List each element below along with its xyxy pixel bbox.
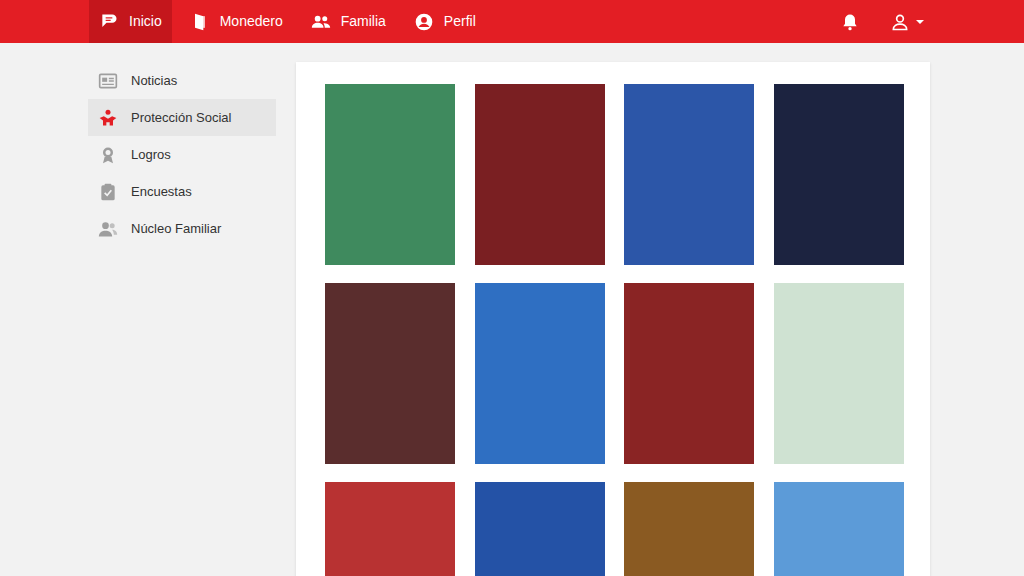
bonos-panel <box>296 62 930 576</box>
sidebar-item[interactable]: Encuestas <box>88 173 276 210</box>
user-menu-button[interactable] <box>890 12 928 32</box>
sidebar-label: Protección Social <box>131 108 231 128</box>
survey-icon <box>98 182 118 202</box>
bono-tile[interactable] <box>325 482 455 576</box>
bono-tile[interactable] <box>624 283 754 464</box>
bono-tile[interactable] <box>475 84 605 265</box>
wallet-icon <box>190 12 210 32</box>
logo-icon <box>99 12 119 32</box>
nav-item[interactable]: Inicio <box>89 0 172 43</box>
sidebar-item[interactable]: Noticias <box>88 62 276 99</box>
nav-label: Monedero <box>220 11 283 32</box>
sidebar: Noticias Protección Social Logros Encuestas… <box>88 62 276 247</box>
nav-label: Perfil <box>444 11 476 32</box>
sidebar-label: Noticias <box>131 71 177 91</box>
notifications-button[interactable] <box>840 12 860 32</box>
nav-label: Inicio <box>129 11 162 32</box>
sidebar-label: Encuestas <box>131 182 192 202</box>
medal-icon <box>98 145 118 165</box>
user-icon <box>890 12 910 32</box>
people-icon <box>98 219 118 239</box>
caret-icon <box>912 14 928 30</box>
bono-tile[interactable] <box>475 283 605 464</box>
bono-tile[interactable] <box>475 482 605 576</box>
sidebar-item[interactable]: Logros <box>88 136 276 173</box>
top-navbar: Inicio Monedero Familia Perfil <box>0 0 1024 43</box>
news-icon <box>98 71 118 91</box>
bell-icon <box>840 12 860 32</box>
nav-label: Familia <box>341 11 386 32</box>
sidebar-label: Núcleo Familiar <box>131 219 221 239</box>
bono-tile[interactable] <box>774 283 904 464</box>
sidebar-item[interactable]: Protección Social <box>88 99 276 136</box>
bonos-grid <box>325 84 930 576</box>
profile-icon <box>414 12 434 32</box>
bono-tile[interactable] <box>624 84 754 265</box>
nav-item[interactable]: Monedero <box>180 0 293 43</box>
bono-tile[interactable] <box>325 84 455 265</box>
bono-tile[interactable] <box>325 283 455 464</box>
nav-item[interactable]: Perfil <box>404 0 486 43</box>
family-icon <box>311 12 331 32</box>
nav-actions <box>840 0 928 43</box>
bono-tile[interactable] <box>774 84 904 265</box>
nav-item[interactable]: Familia <box>301 0 396 43</box>
sidebar-item[interactable]: Núcleo Familiar <box>88 210 276 247</box>
content-area: Noticias Protección Social Logros Encuestas… <box>0 43 1024 576</box>
bono-tile[interactable] <box>624 482 754 576</box>
nav-menu: Inicio Monedero Familia Perfil <box>89 0 486 43</box>
bono-tile[interactable] <box>774 482 904 576</box>
social-icon <box>98 108 118 128</box>
sidebar-label: Logros <box>131 145 171 165</box>
